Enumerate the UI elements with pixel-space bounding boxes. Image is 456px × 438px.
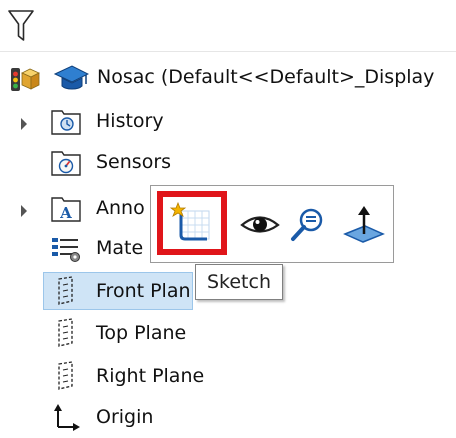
expand-arrow-icon[interactable] xyxy=(19,201,29,217)
plane-icon xyxy=(50,317,82,349)
graduation-cap-icon xyxy=(53,61,90,93)
zoom-to-selection-button[interactable] xyxy=(285,202,331,248)
tree-item-sensors[interactable]: Sensors xyxy=(0,143,456,181)
history-folder-icon xyxy=(50,105,82,137)
tree-item-right-plane[interactable]: Right Plane xyxy=(0,357,456,395)
normal-to-button[interactable] xyxy=(341,202,387,248)
context-toolbar xyxy=(150,185,394,263)
sketch-tooltip: Sketch xyxy=(195,264,283,300)
tree-root-label: Nosac (Default<<Default>_Display xyxy=(97,66,435,88)
annotations-folder-icon: A xyxy=(50,192,82,224)
tree-item-label: Sensors xyxy=(96,151,172,173)
zoom-to-selection-icon xyxy=(291,208,323,241)
material-icon xyxy=(50,232,82,264)
plane-icon xyxy=(50,360,82,392)
tree-item-label: Right Plane xyxy=(96,365,205,387)
tree-item-label: Anno xyxy=(96,197,145,219)
filter-bar xyxy=(0,0,456,52)
eye-icon xyxy=(240,216,280,233)
origin-icon xyxy=(50,401,82,433)
svg-text:A: A xyxy=(59,204,72,222)
normal-to-icon xyxy=(343,206,385,243)
sensors-folder-icon xyxy=(50,146,82,178)
tree-item-history[interactable]: History xyxy=(0,102,456,140)
plane-icon xyxy=(50,275,82,307)
tree-root-row[interactable]: Nosac (Default<<Default>_Display xyxy=(0,58,456,96)
expand-arrow-icon[interactable] xyxy=(19,114,29,130)
tree-item-top-plane[interactable]: Top Plane xyxy=(0,314,456,352)
part-icon xyxy=(8,61,42,93)
highlight-box xyxy=(157,191,227,255)
tree-item-label: Mate xyxy=(96,237,144,259)
tree-item-label: Origin xyxy=(96,406,154,428)
filter-icon[interactable] xyxy=(8,9,34,43)
tree-item-label: History xyxy=(96,110,164,132)
tree-item-origin[interactable]: Origin xyxy=(0,398,456,436)
tree-item-label: Top Plane xyxy=(96,322,187,344)
tree-item-label: Front Plan xyxy=(96,280,191,302)
hide-show-button[interactable] xyxy=(237,202,283,248)
